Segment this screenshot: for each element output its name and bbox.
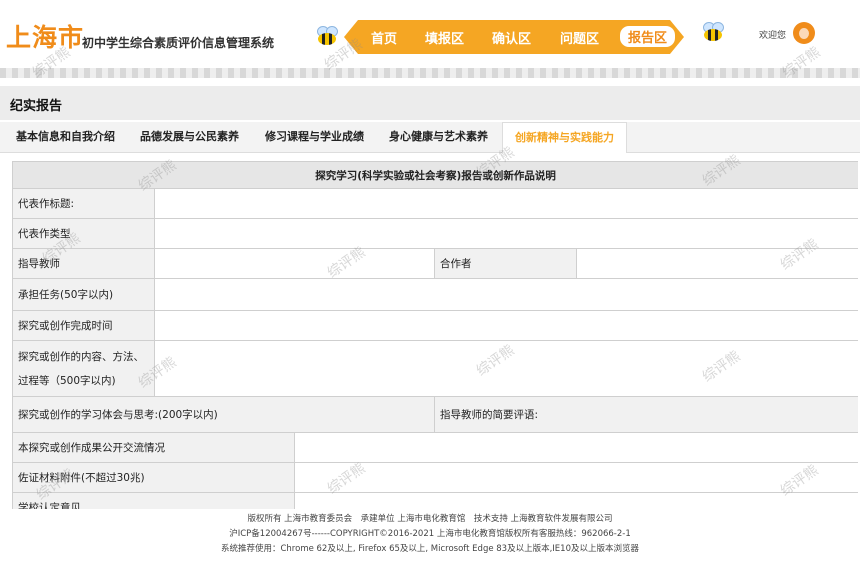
value-task — [153, 278, 858, 311]
label-title: 代表作标题: — [12, 188, 155, 219]
label-teacher: 指导教师 — [12, 248, 155, 279]
label-reflection: 探究或创作的学习体会与思考:(200字以内) — [12, 396, 435, 433]
value-type — [153, 218, 858, 249]
label-exchange: 本探究或创作成果公开交流情况 — [12, 432, 295, 463]
tab-innovation[interactable]: 创新精神与实践能力 — [502, 122, 627, 153]
value-exchange — [293, 432, 858, 463]
tab-bar: 基本信息和自我介绍 品德发展与公民素养 修习课程与学业成绩 身心健康与艺术素养 … — [0, 122, 860, 153]
tab-health-art[interactable]: 身心健康与艺术素养 — [389, 122, 488, 152]
nav-fill[interactable]: 填报区 — [425, 28, 464, 47]
value-finish-time — [153, 310, 858, 341]
page-header: 上海市 初中学生综合素质评价信息管理系统 首页 填报区 确认区 问题区 报告区 … — [0, 0, 860, 78]
value-evidence — [293, 462, 858, 493]
form-heading: 探究学习(科学实验或社会考察)报告或创新作品说明 — [12, 161, 858, 189]
value-title — [153, 188, 858, 219]
label-evidence: 佐证材料附件(不超过30兆) — [12, 462, 295, 493]
value-partner — [575, 248, 858, 279]
tab-morality[interactable]: 品德发展与公民素养 — [140, 122, 239, 152]
footer-icp: 沪ICP备12004267号------COPYRIGHT©2016-2021 … — [229, 529, 631, 539]
page-footer: 版权所有 上海市教育委员会 承建单位 上海市电化教育馆 技术支持 上海教育软件发… — [0, 512, 860, 561]
label-school-opinion: 学校认定意见 — [12, 492, 295, 509]
tab-courses[interactable]: 修习课程与学业成绩 — [265, 122, 364, 152]
report-form: 探究学习(科学实验或社会考察)报告或创新作品说明 代表作标题: 代表作类型 指导… — [12, 161, 858, 509]
label-finish-time: 探究或创作完成时间 — [12, 310, 155, 341]
bee-right-icon — [700, 22, 726, 44]
welcome-text: 欢迎您 — [759, 31, 787, 41]
footer-browser: 系统推荐使用：Chrome 62及以上, Firefox 65及以上, Micr… — [220, 544, 639, 554]
avatar[interactable] — [793, 22, 815, 44]
label-type: 代表作类型 — [12, 218, 155, 249]
value-school-opinion — [293, 492, 858, 509]
value-content — [153, 340, 858, 397]
header-divider — [0, 68, 860, 78]
tab-basic-info[interactable]: 基本信息和自我介绍 — [16, 122, 115, 152]
label-partner: 合作者 — [434, 248, 577, 279]
nav-home[interactable]: 首页 — [371, 28, 397, 47]
label-teacher-comment: 指导教师的简要评语: — [433, 396, 858, 433]
label-content-line2: 过程等（500字以内) — [18, 374, 116, 387]
system-name: 初中学生综合素质评价信息管理系统 — [82, 36, 275, 50]
label-content-line1: 探究或创作的内容、方法、 — [18, 350, 144, 363]
value-teacher — [154, 248, 435, 279]
label-task: 承担任务(50字以内) — [12, 278, 155, 311]
section-title: 纪实报告 — [10, 99, 63, 114]
nav-confirm[interactable]: 确认区 — [492, 28, 531, 47]
logo-city: 上海市 — [6, 23, 85, 52]
section-bar: 纪实报告 — [0, 86, 860, 120]
label-content: 探究或创作的内容、方法、 过程等（500字以内) — [12, 340, 155, 397]
footer-copyright: 版权所有 上海市教育委员会 承建单位 上海市电化教育馆 技术支持 上海教育软件发… — [247, 514, 613, 524]
nav-report[interactable]: 报告区 — [620, 26, 676, 47]
bee-left-icon — [314, 26, 340, 48]
nav-issues[interactable]: 问题区 — [560, 28, 599, 47]
avatar-face-icon — [799, 28, 809, 39]
